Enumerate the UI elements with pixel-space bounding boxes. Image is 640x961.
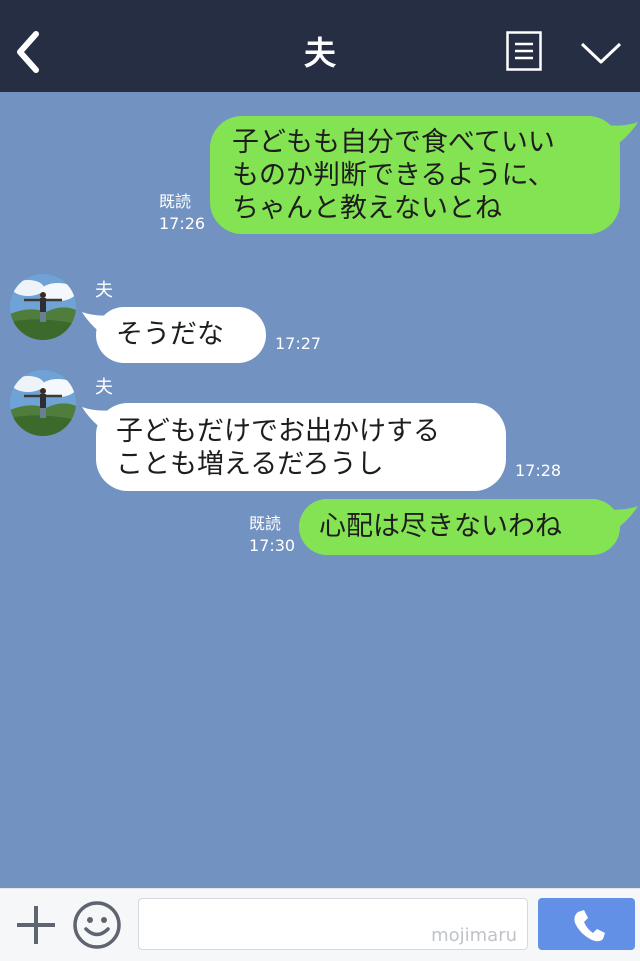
phone-icon bbox=[574, 910, 605, 942]
read-receipt: 既読 bbox=[159, 192, 192, 211]
smiley-icon bbox=[73, 901, 121, 949]
plus-icon bbox=[17, 906, 55, 944]
message-line: ことも増えるだろうし bbox=[116, 449, 384, 480]
message-time: 17:26 bbox=[159, 214, 206, 233]
sender-name: 夫 bbox=[95, 377, 113, 398]
avatar-photo-icon bbox=[10, 274, 76, 340]
chat-title: 夫 bbox=[303, 34, 336, 72]
collapse-button[interactable] bbox=[578, 36, 624, 68]
message-time: 17:28 bbox=[515, 461, 562, 480]
message-line: ものか判断できるように、 bbox=[232, 160, 555, 191]
avatar-photo-icon bbox=[10, 370, 76, 436]
message-bubble[interactable]: 子どもだけでお出かけする ことも増えるだろうし bbox=[96, 403, 506, 491]
avatar[interactable] bbox=[10, 370, 76, 436]
message-line: ちゃんと教えないとね bbox=[232, 193, 502, 224]
back-chevron-icon bbox=[17, 31, 39, 73]
add-attachment-button[interactable] bbox=[14, 903, 58, 947]
message-meta: 既読 17:30 bbox=[249, 513, 295, 557]
message-bubble[interactable]: 子どもも自分で食べていい ものか判断できるように、 ちゃんと教えないとね bbox=[210, 116, 620, 234]
call-button[interactable] bbox=[538, 898, 635, 950]
sender-name: 夫 bbox=[95, 280, 113, 301]
message-input[interactable]: mojimaru bbox=[138, 898, 528, 950]
chat-header: 夫 bbox=[0, 0, 640, 92]
message-meta: 既読 17:26 bbox=[159, 191, 205, 235]
watermark-text: mojimaru bbox=[431, 925, 517, 946]
message-line: 子どもも自分で食べていい bbox=[232, 127, 555, 158]
menu-list-icon bbox=[506, 31, 542, 71]
message-bubble[interactable]: 心配は尽きないわね bbox=[299, 499, 620, 555]
emoji-button[interactable] bbox=[72, 900, 122, 950]
message-line: 心配は尽きないわね bbox=[319, 511, 562, 542]
message-line: そうだな bbox=[116, 319, 224, 350]
read-receipt: 既読 bbox=[249, 514, 282, 533]
menu-button[interactable] bbox=[506, 31, 542, 71]
message-time: 17:30 bbox=[249, 536, 296, 555]
chevron-down-icon bbox=[580, 42, 622, 64]
input-bar: mojimaru bbox=[0, 888, 640, 961]
message-time: 17:27 bbox=[275, 334, 322, 353]
avatar[interactable] bbox=[10, 274, 76, 340]
message-line: 子どもだけでお出かけする bbox=[116, 416, 440, 447]
back-button[interactable] bbox=[10, 26, 50, 74]
message-bubble[interactable]: そうだな bbox=[96, 307, 266, 363]
